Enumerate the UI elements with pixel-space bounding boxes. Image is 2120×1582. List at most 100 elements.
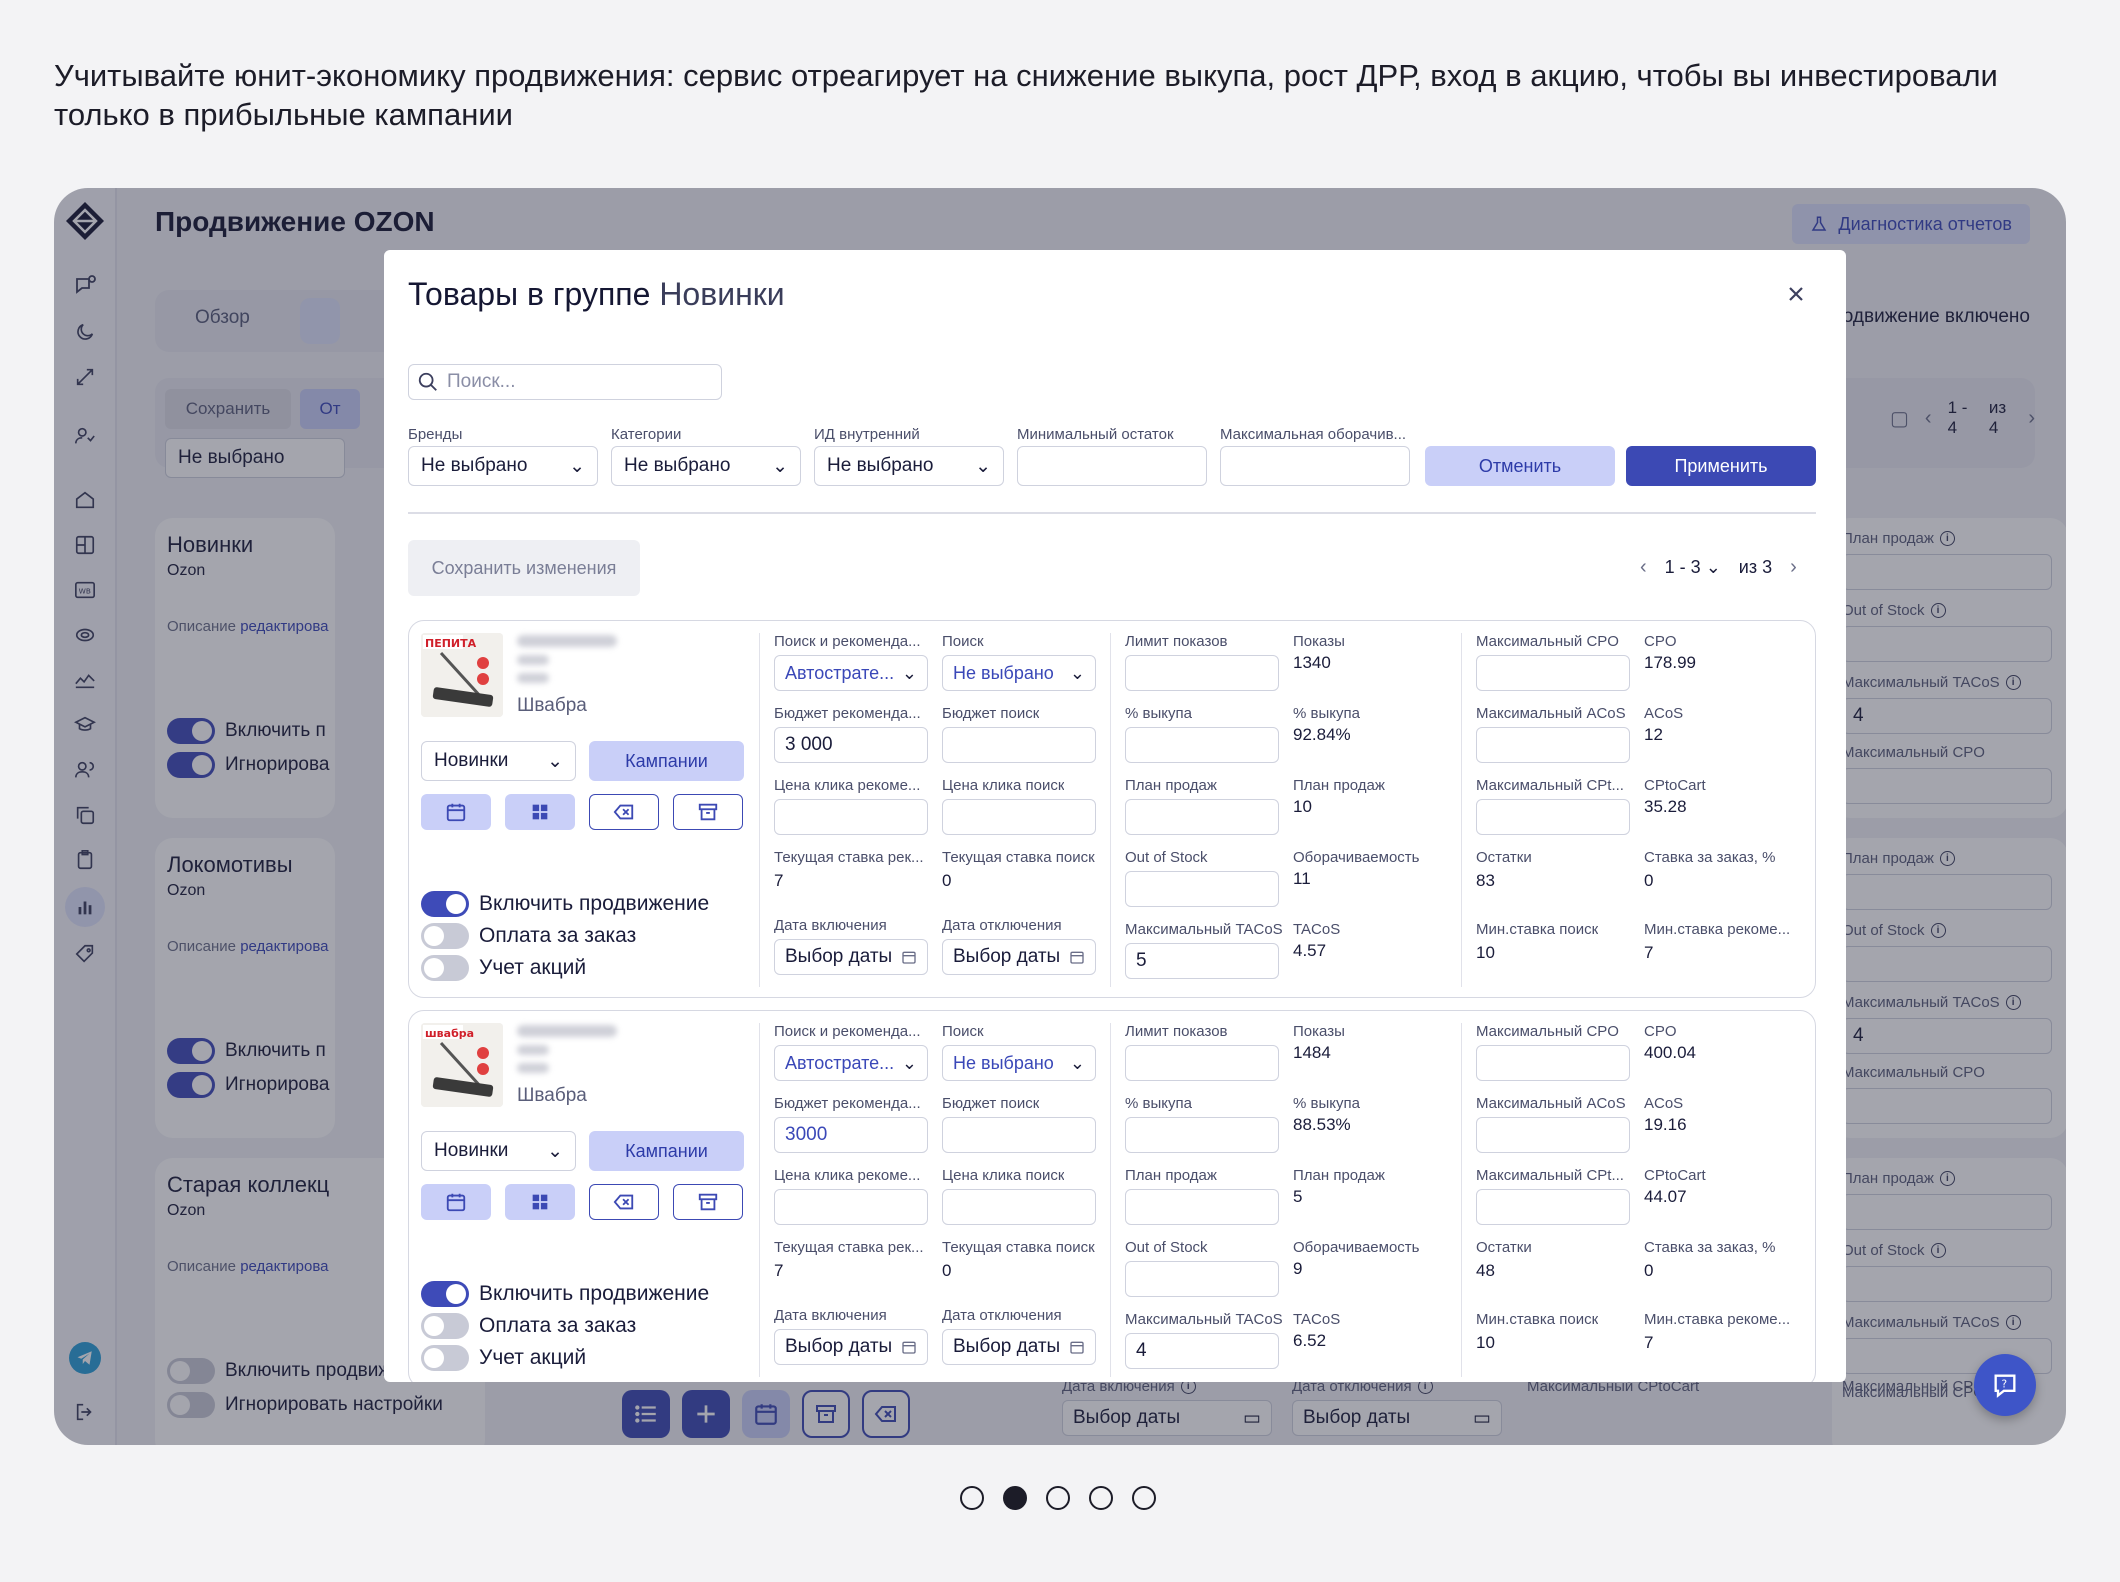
column-divider xyxy=(1110,1023,1111,1377)
campaigns-button[interactable]: Кампании xyxy=(589,741,744,781)
chevron-down-icon: ⌄ xyxy=(772,455,788,477)
search-label: Поиск xyxy=(942,1023,984,1040)
help-chat-button[interactable]: ? xyxy=(1974,1354,2036,1416)
clear-button[interactable] xyxy=(589,794,659,830)
strategy-select[interactable]: Автострате... ⌄ xyxy=(774,655,928,691)
archive-icon xyxy=(698,1193,718,1211)
search-select[interactable]: Не выбрано ⌄ xyxy=(942,1045,1096,1081)
grid-button[interactable] xyxy=(505,794,575,830)
brands-select[interactable]: Не выбрано ⌄ xyxy=(408,446,598,486)
cur-rate-reco-value: 7 xyxy=(774,1261,784,1280)
budget-reco-input[interactable]: 3 000 xyxy=(774,727,928,763)
toggle-promotions-accounting[interactable]: Учет акций xyxy=(421,955,586,981)
image-brand-text: ПЕПИТА xyxy=(425,637,477,650)
toggle-pay-per-order[interactable]: Оплата за заказ xyxy=(421,1313,636,1339)
click-price-search-input[interactable] xyxy=(942,1189,1096,1225)
cancel-button[interactable]: Отменить xyxy=(1425,446,1615,486)
budget-reco-input[interactable]: 3000 xyxy=(774,1117,928,1153)
toggle-pay-per-order[interactable]: Оплата за заказ xyxy=(421,923,636,949)
max-tacos-input[interactable]: 4 xyxy=(1125,1333,1279,1369)
date-off-picker[interactable]: Выбор даты xyxy=(942,1329,1096,1365)
max-turnover-input[interactable] xyxy=(1220,446,1410,486)
clear-button[interactable] xyxy=(589,1184,659,1220)
stock-label: Остатки xyxy=(1476,1239,1532,1256)
close-icon[interactable] xyxy=(1786,284,1806,304)
sales-plan-input[interactable] xyxy=(1125,1189,1279,1225)
buyout-input[interactable] xyxy=(1125,1117,1279,1153)
max-tacos-input[interactable]: 5 xyxy=(1125,943,1279,979)
toggle-switch[interactable] xyxy=(421,1281,469,1307)
archive-button[interactable] xyxy=(673,1184,743,1220)
max-cptocart-label: Максимальный CPt... xyxy=(1476,777,1624,794)
blurred-sku xyxy=(517,635,617,647)
carousel-dot[interactable] xyxy=(1046,1486,1070,1510)
buyout-input[interactable] xyxy=(1125,727,1279,763)
min-stock-input[interactable] xyxy=(1017,446,1207,486)
campaigns-button[interactable]: Кампании xyxy=(589,1131,744,1171)
toggle-switch[interactable] xyxy=(421,923,469,949)
oos-input[interactable] xyxy=(1125,871,1279,907)
save-changes-button[interactable]: Сохранить изменения xyxy=(408,540,640,596)
blurred-text xyxy=(517,1063,549,1073)
carousel-dot[interactable] xyxy=(1132,1486,1156,1510)
group-select[interactable]: Новинки ⌄ xyxy=(421,1131,576,1171)
product-card: ПЕПИТА Швабра Новинки ⌄ Кампании Включить… xyxy=(408,620,1816,998)
max-cptocart-input[interactable] xyxy=(1476,1189,1630,1225)
oos-input[interactable] xyxy=(1125,1261,1279,1297)
grid-button[interactable] xyxy=(505,1184,575,1220)
apply-button[interactable]: Применить xyxy=(1626,446,1816,486)
min-rate-search-label: Мин.ставка поиск xyxy=(1476,1311,1599,1328)
toggle-switch[interactable] xyxy=(421,1345,469,1371)
calendar-button[interactable] xyxy=(421,794,491,830)
budget-search-input[interactable] xyxy=(942,1117,1096,1153)
click-price-reco-input[interactable] xyxy=(774,799,928,835)
impressions-limit-input[interactable] xyxy=(1125,655,1279,691)
carousel-dot[interactable] xyxy=(960,1486,984,1510)
date-on-picker[interactable]: Выбор даты xyxy=(774,1329,928,1365)
date-off-picker[interactable]: Выбор даты xyxy=(942,939,1096,975)
toggle-switch[interactable] xyxy=(421,955,469,981)
cur-rate-search-label: Текущая ставка поиск xyxy=(942,849,1095,866)
carousel-dot[interactable] xyxy=(1089,1486,1113,1510)
toggle-promotion[interactable]: Включить продвижение xyxy=(421,891,709,917)
archive-button[interactable] xyxy=(673,794,743,830)
date-text: Выбор даты xyxy=(785,1336,893,1357)
turnover-value: 11 xyxy=(1293,869,1311,888)
turnover-label: Оборачиваемость xyxy=(1293,1239,1420,1256)
column-divider xyxy=(759,1023,760,1377)
next-page-icon[interactable]: › xyxy=(1790,556,1797,579)
max-acos-input[interactable] xyxy=(1476,1117,1630,1153)
date-text: Выбор даты xyxy=(953,946,1061,967)
carousel-dot-active[interactable] xyxy=(1003,1486,1027,1510)
max-cpo-input[interactable] xyxy=(1476,655,1630,691)
calendar-button[interactable] xyxy=(421,1184,491,1220)
impressions-limit-input[interactable] xyxy=(1125,1045,1279,1081)
max-turnover-label: Максимальная оборачив... xyxy=(1220,426,1407,443)
toggle-switch[interactable] xyxy=(421,891,469,917)
max-acos-input[interactable] xyxy=(1476,727,1630,763)
toggle-promotions-accounting[interactable]: Учет акций xyxy=(421,1345,586,1371)
strategy-select[interactable]: Автострате... ⌄ xyxy=(774,1045,928,1081)
pager-range[interactable]: 1 - 3 ⌄ xyxy=(1665,557,1721,578)
max-acos-label: Максимальный ACoS xyxy=(1476,705,1626,722)
budget-search-label: Бюджет поиск xyxy=(942,1095,1040,1112)
categories-select[interactable]: Не выбрано ⌄ xyxy=(611,446,801,486)
max-cpo-input[interactable] xyxy=(1476,1045,1630,1081)
date-on-picker[interactable]: Выбор даты xyxy=(774,939,928,975)
max-cptocart-input[interactable] xyxy=(1476,799,1630,835)
click-price-search-input[interactable] xyxy=(942,799,1096,835)
prev-page-icon[interactable]: ‹ xyxy=(1640,556,1647,579)
toggle-promotion[interactable]: Включить продвижение xyxy=(421,1281,709,1307)
group-select[interactable]: Новинки ⌄ xyxy=(421,741,576,781)
budget-search-input[interactable] xyxy=(942,727,1096,763)
click-price-reco-input[interactable] xyxy=(774,1189,928,1225)
sales-plan-input[interactable] xyxy=(1125,799,1279,835)
internal-id-select[interactable]: Не выбрано ⌄ xyxy=(814,446,1004,486)
buyout-input-label: % выкупа xyxy=(1125,705,1192,722)
toggle-switch[interactable] xyxy=(421,1313,469,1339)
search-input[interactable]: Поиск... xyxy=(408,364,722,400)
calendar-icon xyxy=(902,1341,916,1354)
search-select[interactable]: Не выбрано ⌄ xyxy=(942,655,1096,691)
acos-value: 19.16 xyxy=(1644,1115,1687,1134)
max-acos-label: Максимальный ACoS xyxy=(1476,1095,1626,1112)
